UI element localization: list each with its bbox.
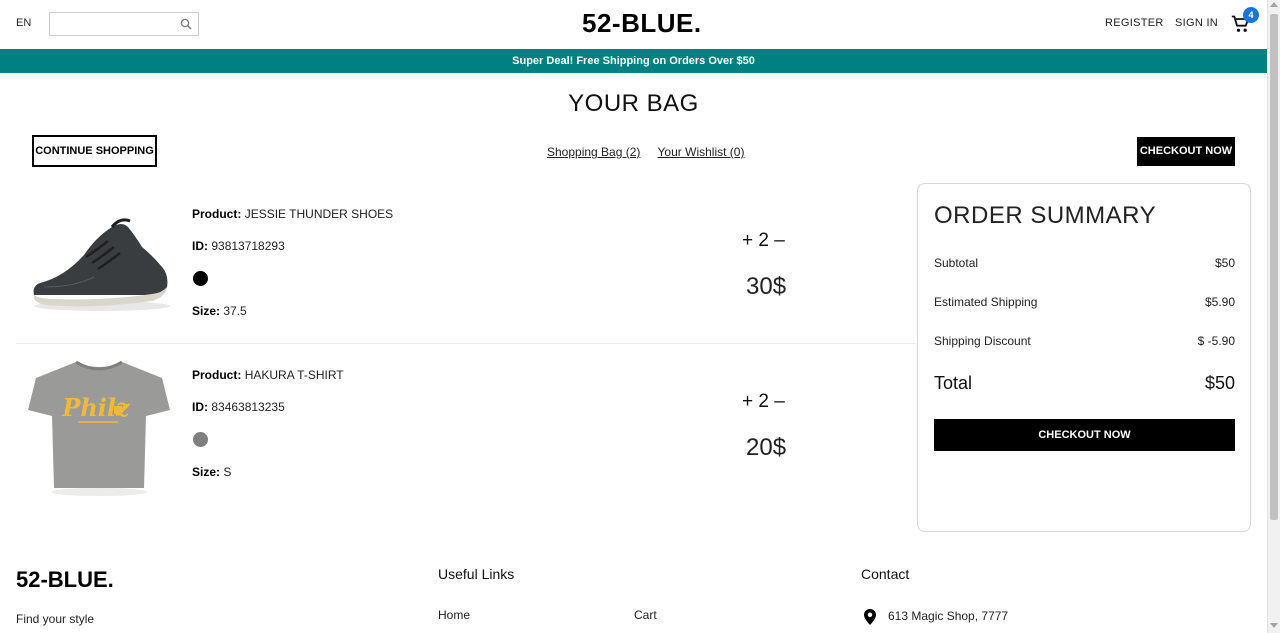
product-name-line: Product: JESSIE THUNDER SHOES [192,207,393,221]
product-label: Product: [192,207,242,221]
size-label: Size: [192,465,221,479]
decrease-quantity-button[interactable]: – [774,230,785,251]
brand-logo[interactable]: 52-BLUE. [582,8,702,39]
cart-count-badge: 4 [1243,7,1259,23]
shopping-bag-link[interactable]: Shopping Bag (2) [547,145,640,159]
sign-in-link[interactable]: SIGN IN [1175,17,1218,29]
checkout-now-button[interactable]: CHECKOUT NOW [934,419,1235,451]
product-size: 37.5 [223,304,247,318]
cart-item: Product: JESSIE THUNDER SHOES ID: 938137… [16,183,916,343]
quantity-value: 2 [758,391,769,412]
scrollbar-thumb[interactable] [1270,14,1278,520]
product-price: 30$ [746,273,787,300]
product-label: Product: [192,368,242,382]
size-label: Size: [192,304,221,318]
order-summary: ORDER SUMMARY Subtotal $50 Estimated Shi… [917,183,1251,532]
location-pin-icon [864,609,876,625]
id-label: ID: [192,239,208,253]
product-size: S [223,465,232,479]
product-name: JESSIE THUNDER SHOES [244,207,394,221]
page: EN 52-BLUE. REGISTER SIGN IN 4 Super Dea… [0,0,1267,633]
footer-link-cart[interactable]: Cart [634,608,657,622]
product-color-swatch [193,432,208,447]
contact-heading: Contact [861,566,910,582]
subtotal-row: Subtotal $50 [934,256,1235,270]
total-row: Total $50 [934,373,1235,394]
page-title: YOUR BAG [568,90,699,117]
product-name: HAKURA T-SHIRT [244,368,344,382]
shipping-label: Estimated Shipping [934,295,1038,309]
product-name-line: Product: HAKURA T-SHIRT [192,368,344,382]
footer-logo[interactable]: 52-BLUE. [16,567,114,593]
decrease-quantity-button[interactable]: – [774,391,785,412]
sneaker-image [33,218,170,311]
increase-quantity-button[interactable]: + [742,230,753,251]
language-selector[interactable]: EN [16,17,31,29]
search-input[interactable] [49,12,199,36]
product-price: 20$ [746,434,787,461]
footer-tagline: Find your style [16,612,95,626]
checkout-now-button-top[interactable]: CHECKOUT NOW [1137,137,1235,166]
continue-shopping-button[interactable]: CONTINUE SHOPPING [32,135,157,167]
product-id-line: ID: 93813718293 [192,239,285,253]
cart-item: Philz Product: HAKURA T-SHIRT ID: 834638… [16,344,916,504]
discount-value: $ -5.90 [1197,334,1235,348]
register-link[interactable]: REGISTER [1105,17,1164,29]
subtotal-value: $50 [1214,256,1235,270]
contact-address: 613 Magic Shop, 7777 [888,609,1009,623]
order-summary-title: ORDER SUMMARY [934,202,1157,229]
useful-links-heading: Useful Links [438,566,515,582]
id-label: ID: [192,400,208,414]
product-color-swatch [193,271,208,286]
product-id: 83463813235 [211,400,285,414]
total-label: Total [934,373,973,393]
footer-link-home[interactable]: Home [438,608,470,622]
subtotal-label: Subtotal [934,256,979,270]
shipping-row: Estimated Shipping $5.90 [934,295,1235,309]
product-id: 93813718293 [211,239,285,253]
search-icon[interactable] [180,18,192,30]
discount-label: Shipping Discount [934,334,1031,348]
quantity-value: 2 [758,230,769,251]
product-size-line: Size: S [192,465,231,479]
product-id-line: ID: 83463813235 [192,400,285,414]
increase-quantity-button[interactable]: + [742,391,753,412]
scroll-up-arrow-icon[interactable] [1270,2,1278,7]
total-value: $50 [1204,373,1235,393]
product-size-line: Size: 37.5 [192,304,247,318]
quantity-stepper: + 2 – [742,391,785,413]
navbar: EN 52-BLUE. REGISTER SIGN IN 4 [0,0,1267,48]
quantity-stepper: + 2 – [742,230,785,252]
scroll-down-arrow-icon[interactable] [1270,623,1278,628]
tshirt-image: Philz [28,360,170,496]
bag-tabs: Shopping Bag (2) Your Wishlist (0) [547,145,758,159]
shipping-value: $5.90 [1204,295,1235,309]
discount-row: Shipping Discount $ -5.90 [934,334,1235,348]
wishlist-link[interactable]: Your Wishlist (0) [658,145,745,159]
vertical-scrollbar[interactable] [1267,0,1280,633]
announcement-bar: Super Deal! Free Shipping on Orders Over… [0,49,1267,73]
